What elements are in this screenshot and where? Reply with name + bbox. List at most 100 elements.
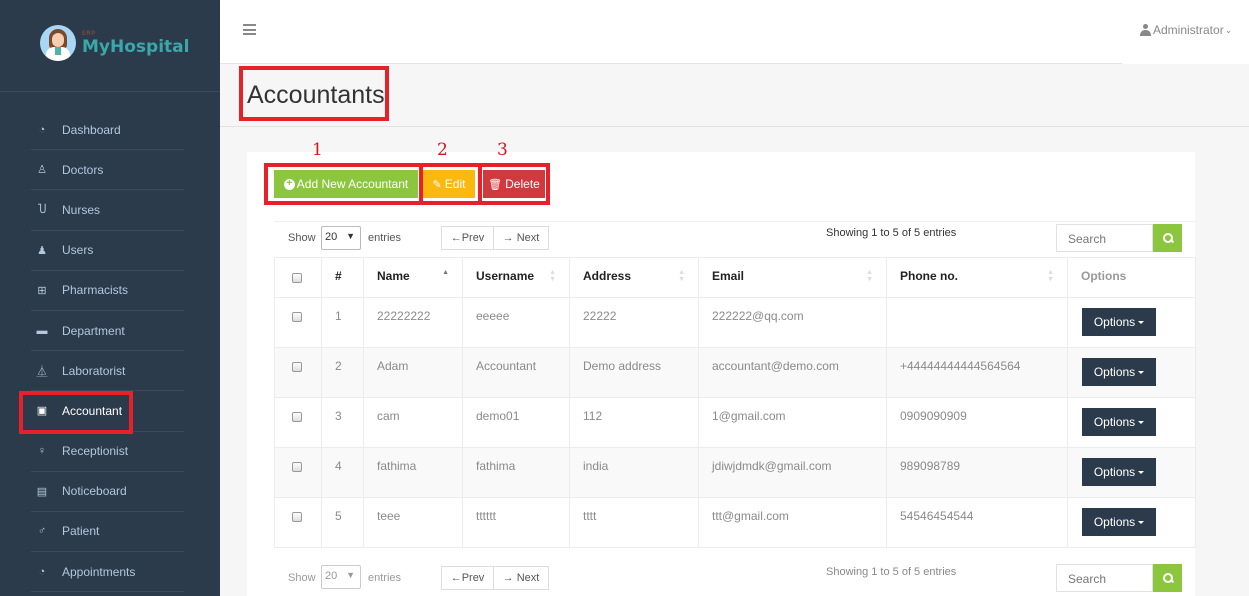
- row-select-cell: [274, 297, 322, 348]
- options-dropdown-button[interactable]: Options: [1082, 408, 1156, 436]
- column-header-number[interactable]: #: [321, 257, 364, 298]
- options-dropdown-button[interactable]: Options: [1082, 458, 1156, 486]
- table-row: 3 cam demo01 112 1@gmail.com 0909090909 Option…: [274, 397, 1196, 448]
- sidebar-item-patient[interactable]: ♂ Patient: [31, 512, 184, 553]
- page-title: Accountants: [247, 81, 385, 109]
- column-header-email[interactable]: Email ▲ ▼: [698, 257, 887, 298]
- sidebar-item-label: Laboratorist: [62, 363, 126, 378]
- cell-email: ttt@gmail.com: [698, 497, 887, 548]
- sidebar-item-label: Users: [62, 243, 94, 258]
- column-header-options: Options: [1067, 257, 1196, 298]
- cell-username: tttttt: [462, 497, 570, 548]
- delete-button[interactable]: 🗑 Delete: [483, 170, 545, 198]
- page-size-select-bottom[interactable]: 20 ▼: [321, 565, 361, 589]
- caret-down-icon: [1138, 420, 1145, 424]
- sidebar-item-dashboard[interactable]: ◔ Dashboard: [31, 110, 184, 151]
- sidebar-item-pharmacists[interactable]: ⊞ Pharmacists: [31, 271, 184, 311]
- search-button-bottom[interactable]: [1153, 564, 1182, 592]
- sidebar-item-label: Patient: [62, 524, 100, 539]
- user-menu[interactable]: Administrator ⌄: [1140, 23, 1232, 37]
- cell-username: Accountant: [462, 347, 570, 398]
- sidebar-item-label: Appointments: [62, 564, 136, 579]
- table-info-bottom: Showing 1 to 5 of 5 entries: [826, 566, 957, 578]
- column-header-phone[interactable]: Phone no. ▲ ▼: [886, 257, 1068, 298]
- next-button[interactable]: → Next: [494, 227, 548, 249]
- row-checkbox[interactable]: [292, 312, 302, 322]
- row-checkbox[interactable]: [292, 462, 302, 472]
- options-dropdown-button[interactable]: Options: [1082, 508, 1156, 536]
- female-icon: ♀: [37, 445, 47, 458]
- sidebar-item-label: Accountant: [62, 403, 123, 418]
- user-name: Administrator: [1153, 23, 1224, 37]
- entries-label: entries: [368, 232, 402, 244]
- pagination: ←Prev → Next: [441, 226, 549, 250]
- cell-options: Options: [1067, 297, 1196, 348]
- sidebar-item-noticeboard[interactable]: ▤ Noticeboard: [31, 472, 184, 512]
- prev-button[interactable]: ←Prev: [442, 227, 494, 249]
- cell-phone: [886, 297, 1068, 348]
- annotation-2: 2: [437, 140, 448, 160]
- cell-address: tttt: [569, 497, 699, 548]
- column-header-address[interactable]: Address ▲ ▼: [569, 257, 699, 298]
- sidebar-item-label: Doctors: [62, 162, 104, 177]
- caret-down-icon: [1138, 470, 1145, 474]
- options-dropdown-button[interactable]: Options: [1082, 308, 1156, 336]
- row-select-cell: [274, 497, 322, 548]
- cell-username: fathima: [462, 447, 570, 498]
- search-button[interactable]: [1153, 224, 1182, 252]
- column-header-name[interactable]: Name ▲: [363, 257, 463, 298]
- table-row: 5 teee tttttt tttt ttt@gmail.com 54546454544 O…: [274, 497, 1196, 548]
- dashboard-icon: ◔: [38, 123, 46, 136]
- select-all-checkbox[interactable]: [292, 273, 302, 283]
- accountants-table: # Name ▲ Username ▲ ▼ Address ▲ ▼ Email ▲ ▼ Pho…: [274, 257, 1196, 548]
- cell-num: 1: [321, 297, 364, 348]
- dashboard-icon: ◔: [38, 565, 46, 578]
- edit-button[interactable]: ✎ Edit: [423, 170, 475, 198]
- cell-name: fathima: [363, 447, 463, 498]
- row-select-cell: [274, 397, 322, 448]
- row-select-cell: [274, 447, 322, 498]
- sidebar-item-receptionist[interactable]: ♀ Receptionist: [31, 432, 184, 472]
- search-input-bottom[interactable]: Search: [1056, 564, 1153, 592]
- brand[interactable]: ERP MyHospital: [0, 0, 220, 92]
- sidebar-item-doctors[interactable]: ♙ Doctors: [31, 150, 184, 191]
- sidebar-item-laboratorist[interactable]: ⏅ Laboratorist: [31, 351, 184, 392]
- cell-num: 5: [321, 497, 364, 548]
- cell-num: 4: [321, 447, 364, 498]
- row-checkbox[interactable]: [292, 362, 302, 372]
- search-icon: [1162, 573, 1173, 583]
- sidebar-item-label: Dashboard: [62, 122, 121, 137]
- caret-down-icon: [1138, 520, 1145, 524]
- cell-options: Options: [1067, 497, 1196, 548]
- add-accountant-button[interactable]: + Add New Accountant: [274, 170, 418, 198]
- pagination-bottom: ←Prev → Next: [441, 566, 549, 590]
- table-row: 4 fathima fathima india jdiwjdmdk@gmail.com 9…: [274, 447, 1196, 498]
- row-checkbox[interactable]: [292, 512, 302, 522]
- cell-options: Options: [1067, 347, 1196, 398]
- sidebar-item-department[interactable]: ▬ Department: [31, 311, 184, 352]
- sidebar-nav: ◔ Dashboard ♙ Doctors Ⴎ Nurses ♟ Users ⊞ Pharmaci…: [0, 110, 220, 593]
- cell-options: Options: [1067, 447, 1196, 498]
- prev-button-bottom[interactable]: ←Prev: [442, 567, 494, 589]
- search-icon: [1162, 233, 1173, 243]
- next-button-bottom[interactable]: → Next: [494, 567, 548, 589]
- sidebar-item-users[interactable]: ♟ Users: [31, 231, 184, 271]
- row-checkbox[interactable]: [292, 412, 302, 422]
- cell-name: 22222222: [363, 297, 463, 348]
- caret-down-icon: ▼: [346, 231, 355, 241]
- column-header-username[interactable]: Username ▲ ▼: [462, 257, 570, 298]
- cell-username: eeeee: [462, 297, 570, 348]
- cell-email: jdiwjdmdk@gmail.com: [698, 447, 887, 498]
- options-dropdown-button[interactable]: Options: [1082, 358, 1156, 386]
- cell-name: Adam: [363, 347, 463, 398]
- doctor-logo-icon: [40, 25, 76, 61]
- sidebar-item-accountant[interactable]: ▣ Accountant: [31, 391, 184, 432]
- flask-icon: ⏅: [36, 365, 48, 378]
- search-input[interactable]: Search: [1056, 224, 1153, 252]
- sidebar-item-appointments[interactable]: ◔ Appointments: [31, 552, 184, 593]
- page-size-select[interactable]: 20 ▼: [321, 226, 361, 250]
- sidebar-item-nurses[interactable]: Ⴎ Nurses: [31, 190, 184, 231]
- sidebar-item-label: Noticeboard: [62, 484, 127, 499]
- cell-options: Options: [1067, 397, 1196, 448]
- menu-toggle-icon[interactable]: [243, 24, 256, 35]
